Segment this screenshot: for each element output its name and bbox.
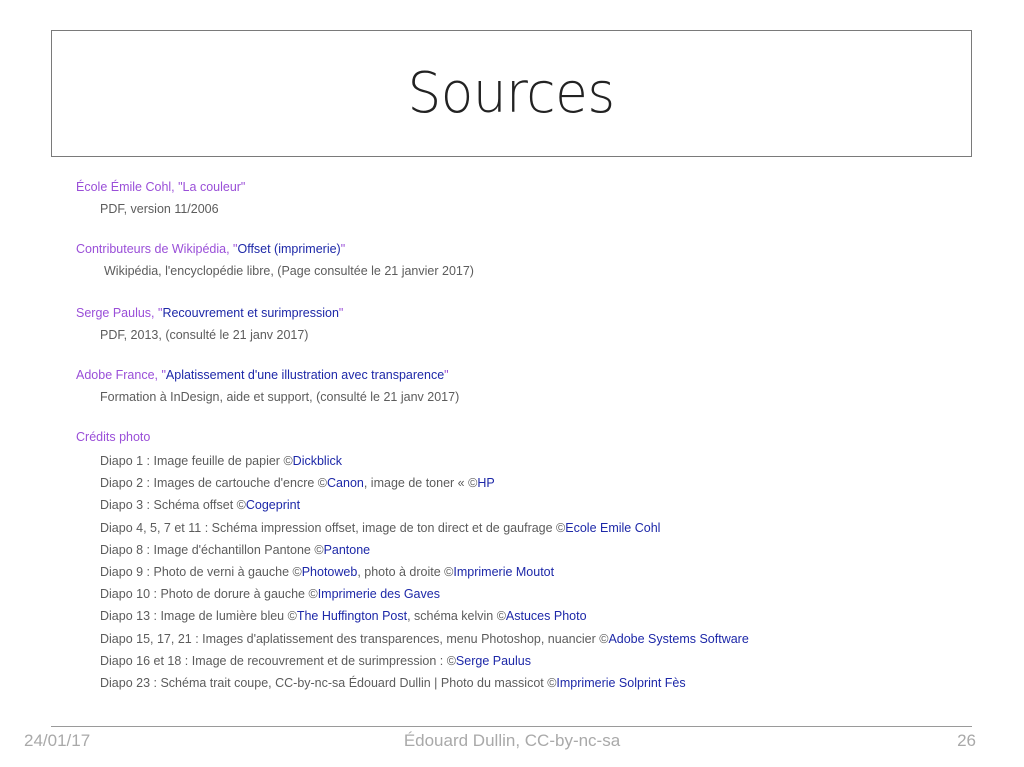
credit-text: , image de toner « ©: [363, 476, 478, 491]
credit-line: Diapo 13 : Image de lumière bleu ©The Hu…: [76, 605, 976, 627]
quote-mark: ": [338, 306, 344, 320]
credit-link[interactable]: Astuces Photo: [506, 609, 587, 623]
credit-text: Diapo 3 : Schéma offset ©: [100, 498, 246, 513]
credit-link[interactable]: Dickblick: [293, 454, 342, 468]
credit-link[interactable]: Imprimerie Moutot: [453, 565, 554, 579]
source-link[interactable]: Recouvrement et surimpression: [162, 306, 338, 320]
source-entry: École Émile Cohl, "La couleur" PDF, vers…: [76, 178, 976, 218]
credit-line: Diapo 23 : Schéma trait coupe, CC-by-nc-…: [76, 672, 976, 694]
credit-link[interactable]: Cogeprint: [246, 498, 300, 512]
credit-line: Diapo 4, 5, 7 et 11 : Schéma impression …: [76, 517, 976, 539]
credit-text: Diapo 4, 5, 7 et 11 : Schéma impression …: [100, 520, 566, 535]
quote-mark: ": [340, 242, 346, 256]
source-link[interactable]: Offset (imprimerie): [237, 242, 340, 256]
credit-text: Diapo 10 : Photo de dorure à gauche ©: [100, 587, 318, 602]
credit-link[interactable]: Canon: [327, 476, 364, 490]
quote-mark: ": [444, 368, 449, 382]
credit-text: , photo à droite ©: [357, 565, 454, 580]
source-entry: Contributeurs de Wikipédia, "Offset (imp…: [76, 240, 976, 280]
footer-author: Édouard Dullin, CC-by-nc-sa: [403, 731, 621, 750]
credit-line: Diapo 1 : Image feuille de papier ©Dickb…: [76, 450, 976, 472]
credit-link[interactable]: Adobe Systems Software: [608, 632, 748, 646]
credit-line: Diapo 2 : Images de cartouche d'encre ©C…: [76, 472, 976, 494]
credit-text: Diapo 23 : Schéma trait coupe, CC-by-nc-…: [100, 676, 557, 691]
credit-text: Diapo 13 : Image de lumière bleu ©: [100, 609, 297, 624]
credit-line: Diapo 16 et 18 : Image de recouvrement e…: [76, 650, 976, 672]
credit-link[interactable]: HP: [477, 476, 494, 490]
credit-text: Diapo 9 : Photo de verni à gauche ©: [100, 565, 302, 580]
source-author: Contributeurs de Wikipédia, ": [76, 242, 238, 256]
credit-text: Diapo 8 : Image d'échantillon Pantone ©: [100, 542, 324, 557]
credit-link[interactable]: Photoweb: [302, 565, 358, 579]
credit-link[interactable]: Imprimerie Solprint Fès: [556, 676, 685, 690]
credit-link[interactable]: Ecole Emile Cohl: [565, 521, 660, 535]
title-box: Sources: [51, 30, 972, 157]
source-entry: Serge Paulus, "Recouvrement et surimpres…: [76, 304, 976, 344]
credit-text: Diapo 1 : Image feuille de papier ©: [100, 454, 293, 468]
credits-heading: Crédits photo: [76, 430, 151, 444]
credit-link[interactable]: The Huffington Post: [297, 609, 407, 623]
slide-content: École Émile Cohl, "La couleur" PDF, vers…: [76, 178, 976, 694]
source-link[interactable]: Aplatissement d'une illustration avec tr…: [166, 368, 444, 382]
credit-text: Diapo 16 et 18 : Image de recouvrement e…: [100, 653, 456, 668]
credit-link[interactable]: Imprimerie des Gaves: [318, 587, 440, 601]
source-heading: École Émile Cohl, "La couleur": [76, 178, 976, 196]
credit-line: Diapo 10 : Photo de dorure à gauche ©Imp…: [76, 583, 976, 605]
photo-credits: Crédits photo Diapo 1 : Image feuille de…: [76, 428, 976, 694]
credit-text: , schéma kelvin ©: [407, 609, 506, 624]
source-heading: Adobe France, "Aplatissement d'une illus…: [76, 366, 976, 384]
source-author: Adobe France, ": [76, 368, 166, 382]
source-author: Serge Paulus, ": [76, 306, 163, 320]
page-number: 26: [957, 731, 976, 750]
credit-line: Diapo 9 : Photo de verni à gauche ©Photo…: [76, 561, 976, 583]
credit-text: Diapo 2 : Images de cartouche d'encre ©: [100, 476, 328, 491]
credit-link[interactable]: Serge Paulus: [456, 654, 531, 668]
footer-divider: [51, 726, 972, 727]
source-heading: Contributeurs de Wikipédia, "Offset (imp…: [76, 240, 976, 258]
credit-line: Diapo 8 : Image d'échantillon Pantone ©P…: [76, 539, 976, 561]
source-heading: Serge Paulus, "Recouvrement et surimpres…: [76, 304, 976, 322]
source-detail: Formation à InDesign, aide et support, (…: [100, 390, 460, 404]
credit-link[interactable]: Pantone: [324, 543, 371, 557]
credit-line: Diapo 3 : Schéma offset ©Cogeprint: [76, 494, 976, 516]
source-detail: Wikipédia, l'encyclopédie libre, (Page c…: [104, 264, 474, 278]
source-author: École Émile Cohl, "La couleur": [76, 180, 246, 194]
credit-text: Diapo 15, 17, 21 : Images d'aplatissemen…: [100, 631, 609, 646]
credit-line: Diapo 15, 17, 21 : Images d'aplatissemen…: [76, 628, 976, 650]
source-entry: Adobe France, "Aplatissement d'une illus…: [76, 366, 976, 406]
slide-title: Sources: [407, 61, 616, 126]
source-detail: PDF, 2013, (consulté le 21 janv 2017): [100, 328, 309, 342]
source-detail: PDF, version 11/2006: [100, 202, 219, 216]
